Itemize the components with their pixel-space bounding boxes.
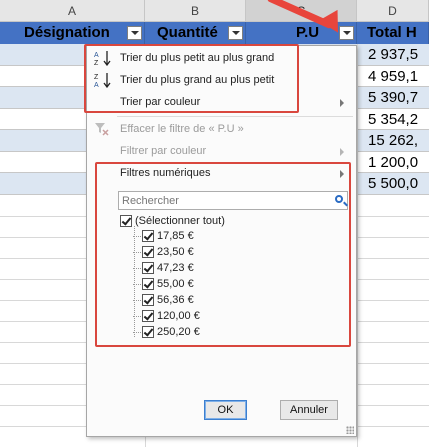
- header-pu-label: P.U: [296, 24, 320, 41]
- clear-filter-icon: [93, 121, 113, 137]
- menu-separator: [117, 116, 353, 117]
- grid-line: [357, 44, 358, 447]
- header-designation: Désignation: [0, 22, 145, 44]
- highlight-number-filters: [95, 162, 351, 347]
- filter-dropdown-icon[interactable]: [127, 26, 142, 40]
- menu-filter-by-color: Filtrer par couleur: [87, 141, 356, 161]
- cell-total[interactable]: 5 354,2: [357, 108, 429, 129]
- cell-total[interactable]: 5 500,0: [357, 173, 429, 194]
- header-total: Total H: [357, 22, 429, 44]
- cell-total[interactable]: 2 937,5: [357, 44, 429, 65]
- column-header-b[interactable]: B: [145, 0, 246, 22]
- header-designation-label: Désignation: [24, 24, 110, 41]
- menu-clear-filter-label: Effacer le filtre de « P.U »: [120, 123, 244, 135]
- submenu-arrow-icon: [340, 99, 344, 107]
- ok-button[interactable]: OK: [204, 400, 247, 420]
- menu-clear-filter: Effacer le filtre de « P.U »: [87, 119, 356, 139]
- column-header-d[interactable]: D: [357, 0, 429, 22]
- column-header-a[interactable]: A: [0, 0, 145, 22]
- cell-total[interactable]: 1 200,0: [357, 151, 429, 172]
- header-quantite: Quantité: [145, 22, 246, 44]
- submenu-arrow-icon: [340, 148, 344, 156]
- header-quantite-label: Quantité: [157, 24, 218, 41]
- highlight-sort-options: [84, 44, 299, 113]
- menu-filter-by-color-label: Filtrer par couleur: [120, 145, 207, 157]
- resize-grip-icon[interactable]: [346, 426, 354, 434]
- cell-total[interactable]: 15 262,: [357, 130, 429, 151]
- header-total-label: Total H: [367, 24, 417, 41]
- cell-total[interactable]: 4 959,1: [357, 65, 429, 86]
- cancel-button[interactable]: Annuler: [280, 400, 338, 420]
- cell-total[interactable]: 5 390,7: [357, 87, 429, 108]
- filter-dropdown-icon[interactable]: [228, 26, 243, 40]
